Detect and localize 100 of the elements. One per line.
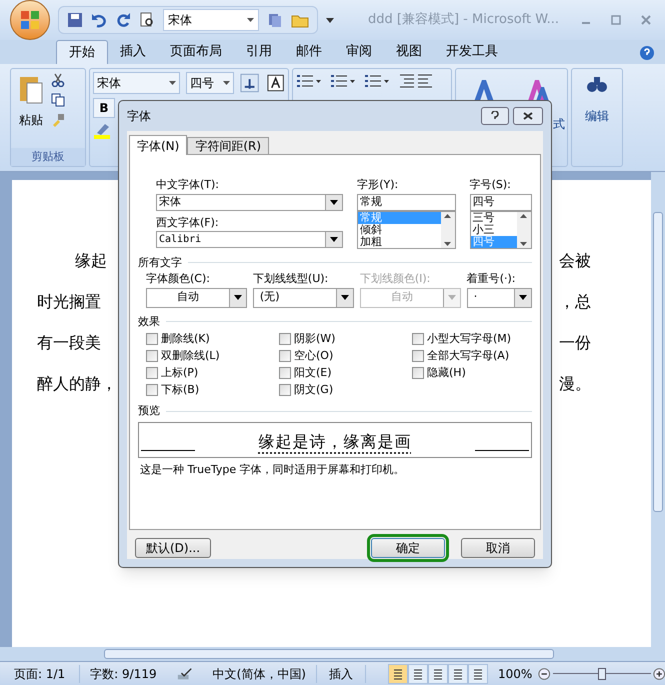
- list-item[interactable]: 加粗: [358, 236, 441, 248]
- checkbox[interactable]: [279, 333, 291, 345]
- list-icon[interactable]: [330, 72, 356, 90]
- ribbon-tab[interactable]: 开发工具: [434, 40, 510, 64]
- field-label: 下划线颜色(I):: [360, 271, 432, 287]
- checkbox[interactable]: [279, 350, 291, 362]
- text-field[interactable]: 常规: [357, 194, 456, 210]
- dropdown-button[interactable]: [514, 288, 532, 306]
- phonetic-icon[interactable]: [240, 73, 260, 93]
- dropdown-button[interactable]: [325, 232, 342, 247]
- checkbox[interactable]: [412, 333, 424, 345]
- zoom-out-icon[interactable]: [538, 666, 551, 680]
- select-field[interactable]: (无): [252, 288, 354, 308]
- ribbon-tab[interactable]: 邮件: [284, 40, 334, 64]
- brush-icon[interactable]: [51, 113, 65, 127]
- dropdown-arrow-icon: [330, 237, 338, 242]
- dropdown-button[interactable]: [325, 194, 342, 210]
- proofing-icon[interactable]: [176, 666, 193, 680]
- office-button[interactable]: [10, 0, 50, 40]
- ribbon-tab[interactable]: 开始: [56, 40, 108, 64]
- dropdown-arrow-icon: [169, 81, 176, 85]
- font-field[interactable]: 宋体: [163, 9, 259, 31]
- list-box[interactable]: 三号 小三 四号: [470, 210, 532, 248]
- word-count[interactable]: 字数: 9/119: [79, 664, 167, 682]
- list-item[interactable]: 倾斜: [358, 224, 441, 236]
- customize-icon[interactable]: [326, 16, 334, 24]
- dialog-button[interactable]: 默认(D)...: [135, 538, 211, 558]
- document-text: 有一段美: [37, 332, 101, 354]
- zoom-level[interactable]: 100%: [498, 664, 532, 682]
- office-logo-icon: [20, 10, 40, 30]
- ribbon-tab[interactable]: 审阅: [334, 40, 384, 64]
- checkbox[interactable]: [412, 350, 424, 362]
- undo-icon[interactable]: [91, 12, 107, 28]
- view-button[interactable]: [388, 664, 408, 684]
- scroll-down-icon[interactable]: [520, 242, 528, 246]
- print-preview-icon[interactable]: [139, 12, 155, 28]
- ribbon-tab[interactable]: 视图: [384, 40, 434, 64]
- dropdown-arrow-icon: [247, 18, 254, 22]
- insert-mode[interactable]: 插入: [316, 664, 366, 682]
- help-button[interactable]: [481, 107, 509, 125]
- scissors-icon[interactable]: [51, 73, 65, 87]
- dropdown-arrow-icon: [448, 295, 456, 300]
- checkbox[interactable]: [279, 384, 291, 396]
- view-button[interactable]: [428, 664, 448, 684]
- scroll-up-icon[interactable]: [520, 214, 528, 218]
- dialog-button[interactable]: 取消: [461, 538, 535, 558]
- view-button[interactable]: [408, 664, 428, 684]
- text-field[interactable]: 四号: [470, 194, 532, 210]
- checkbox[interactable]: [146, 384, 158, 396]
- zoom-slider[interactable]: [552, 666, 651, 680]
- window-title: ddd [兼容模式] - Microsoft W...: [368, 11, 560, 30]
- dropdown-button[interactable]: [336, 288, 353, 306]
- checkbox[interactable]: [279, 367, 291, 379]
- binoculars-icon[interactable]: [586, 75, 608, 93]
- list-icon[interactable]: [364, 72, 390, 90]
- checkbox[interactable]: [146, 350, 158, 362]
- view-button[interactable]: [468, 664, 488, 684]
- zoom-thumb[interactable]: [598, 668, 606, 680]
- view-button[interactable]: [448, 664, 468, 684]
- dialog-tab[interactable]: 字符间距(R): [187, 137, 270, 154]
- checkbox[interactable]: [146, 333, 158, 345]
- editing-button[interactable]: 编辑: [585, 107, 609, 125]
- select-field[interactable]: ·: [466, 288, 532, 308]
- ribbon-tab[interactable]: 页面布局: [158, 40, 234, 64]
- dropdown-button[interactable]: [228, 288, 246, 306]
- help-icon[interactable]: [639, 45, 655, 61]
- copy-icon[interactable]: [51, 93, 65, 107]
- section-heading: 预览: [138, 403, 160, 419]
- bold-button[interactable]: B: [93, 98, 115, 118]
- checkbox-label: 上标(P): [161, 364, 198, 381]
- scroll-up-icon[interactable]: [444, 214, 452, 218]
- zoom-in-icon[interactable]: [652, 666, 665, 680]
- char-border-icon[interactable]: [266, 73, 285, 93]
- ribbon-tab[interactable]: 引用: [234, 40, 284, 64]
- font-name-field[interactable]: 宋体: [93, 72, 180, 94]
- western-font-select[interactable]: Calibri: [156, 231, 344, 248]
- chinese-font-select[interactable]: 宋体: [156, 194, 344, 210]
- ribbon-tab[interactable]: 插入: [108, 40, 158, 64]
- save-icon[interactable]: [67, 12, 83, 28]
- select-field[interactable]: 自动: [146, 288, 247, 308]
- list-item[interactable]: 三号: [470, 212, 517, 224]
- redo-icon[interactable]: [115, 12, 131, 28]
- indent-icon[interactable]: [398, 72, 434, 90]
- checkbox[interactable]: [412, 367, 424, 379]
- page-count[interactable]: 页面: 1/1: [0, 664, 80, 682]
- styles-button[interactable]: 式: [553, 115, 565, 133]
- section-heading: 所有文字: [138, 254, 182, 270]
- list-item[interactable]: 小三: [470, 224, 517, 236]
- paste-button[interactable]: 粘贴: [19, 111, 43, 129]
- checkbox[interactable]: [146, 367, 158, 379]
- dialog-tab[interactable]: 字体(N): [129, 135, 188, 155]
- language-status[interactable]: 中文(简体，中国): [202, 664, 316, 682]
- close-button[interactable]: [513, 107, 543, 125]
- scroll-down-icon[interactable]: [444, 242, 452, 246]
- checkbox-label: 小型大写字母(M): [427, 330, 512, 347]
- checkbox-label: 阳文(E): [294, 364, 332, 381]
- list-box[interactable]: 常规 倾斜 加粗: [357, 210, 456, 248]
- font-size-field[interactable]: 四号: [186, 72, 234, 94]
- list-icon[interactable]: [296, 72, 322, 90]
- question-mark-icon: [491, 111, 499, 121]
